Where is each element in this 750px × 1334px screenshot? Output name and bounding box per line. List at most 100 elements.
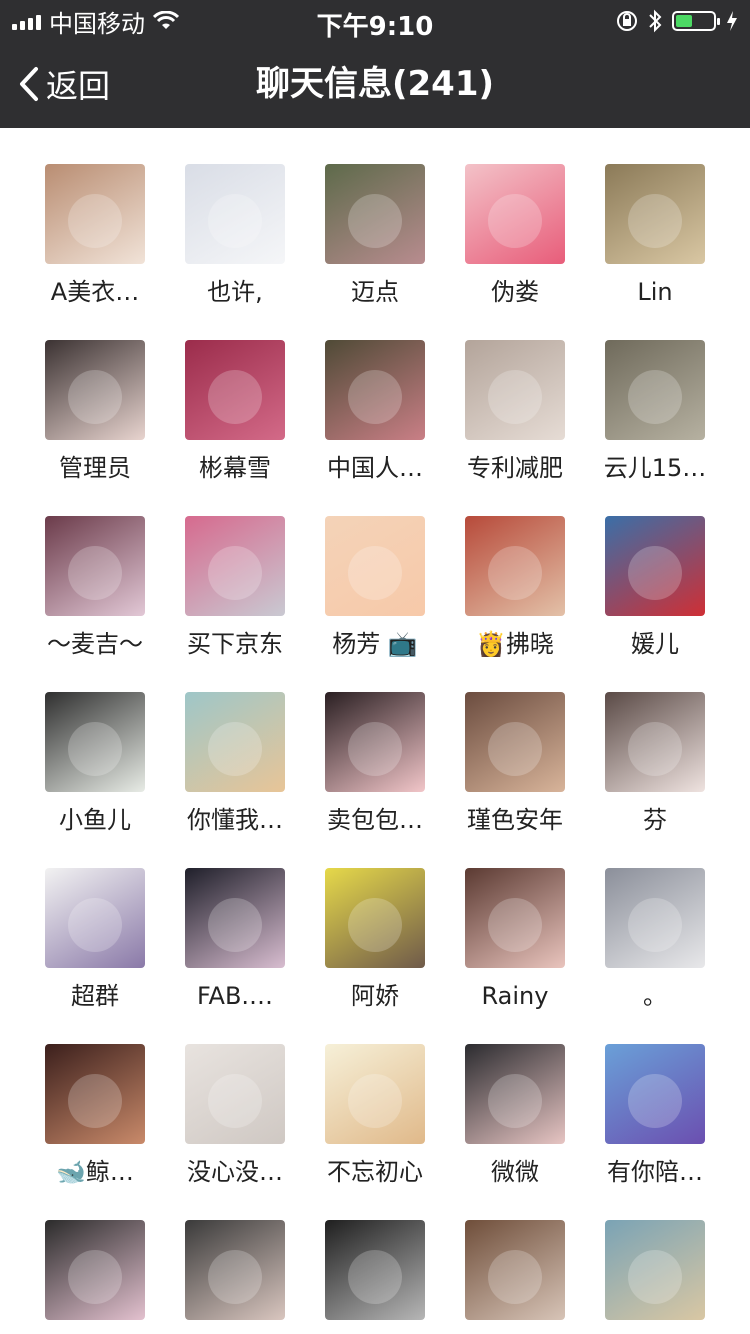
member-name: 彬幕雪 xyxy=(199,454,271,482)
member-name: 🐋鲸… xyxy=(56,1158,134,1186)
avatar xyxy=(325,340,425,440)
avatar xyxy=(605,1220,705,1320)
member-name: 小鱼儿 xyxy=(59,806,131,834)
member-name: 买下京东 xyxy=(187,630,283,658)
member-item[interactable]: 卖包包… xyxy=(305,692,445,836)
member-item[interactable]: 专利减肥 xyxy=(445,340,585,484)
orientation-lock-icon xyxy=(617,11,637,31)
avatar xyxy=(605,516,705,616)
avatar xyxy=(465,164,565,264)
member-name: 。 xyxy=(643,982,667,1010)
member-name: 杨芳 📺 xyxy=(332,630,418,658)
avatar xyxy=(325,516,425,616)
avatar xyxy=(325,1044,425,1144)
member-item[interactable] xyxy=(165,1220,305,1334)
avatar xyxy=(605,692,705,792)
member-item[interactable]: 买下京东 xyxy=(165,516,305,660)
member-name: 迈点 xyxy=(351,278,399,306)
member-item[interactable]: 媛儿 xyxy=(585,516,725,660)
member-item[interactable]: Lin xyxy=(585,164,725,308)
avatar xyxy=(605,1044,705,1144)
charging-icon xyxy=(727,11,737,31)
status-bar: 中国移动 下午9:10 xyxy=(0,0,750,42)
avatar xyxy=(185,692,285,792)
member-name: Rainy xyxy=(481,982,549,1010)
member-item[interactable]: 芬 xyxy=(585,692,725,836)
member-item[interactable]: ～麦吉～ xyxy=(25,516,165,660)
avatar xyxy=(45,516,145,616)
member-item[interactable]: 伪娄 xyxy=(445,164,585,308)
avatar xyxy=(45,1220,145,1320)
member-item[interactable]: 微微 xyxy=(445,1044,585,1188)
member-name: 微微 xyxy=(491,1158,539,1186)
member-name: 有你陪… xyxy=(607,1158,703,1186)
avatar xyxy=(465,516,565,616)
avatar xyxy=(325,692,425,792)
avatar xyxy=(45,1044,145,1144)
member-name: 中国人… xyxy=(327,454,423,482)
avatar xyxy=(465,692,565,792)
member-item[interactable] xyxy=(25,1220,165,1334)
member-item[interactable]: 你懂我… xyxy=(165,692,305,836)
member-name: 也许, xyxy=(207,278,263,306)
member-item[interactable]: A美衣… xyxy=(25,164,165,308)
avatar xyxy=(185,164,285,264)
member-item[interactable]: 有你陪… xyxy=(585,1044,725,1188)
member-name: 管理员 xyxy=(59,454,131,482)
avatar xyxy=(45,340,145,440)
member-name: 没心没… xyxy=(187,1158,283,1186)
member-name: 芬 xyxy=(643,806,667,834)
member-name: 👸拂晓 xyxy=(476,630,554,658)
page-title: 聊天信息(241) xyxy=(255,64,495,104)
member-item[interactable]: 超群 xyxy=(25,868,165,1012)
avatar xyxy=(185,868,285,968)
member-item[interactable]: 阿娇 xyxy=(305,868,445,1012)
member-item[interactable] xyxy=(305,1220,445,1334)
member-item[interactable]: 管理员 xyxy=(25,340,165,484)
member-name: 媛儿 xyxy=(631,630,679,658)
member-item[interactable]: 迈点 xyxy=(305,164,445,308)
member-name: 你懂我… xyxy=(187,806,283,834)
member-name: 超群 xyxy=(71,982,119,1010)
member-item[interactable]: 彬幕雪 xyxy=(165,340,305,484)
member-item[interactable]: 。 xyxy=(585,868,725,1012)
member-item[interactable]: 瑾色安年 xyxy=(445,692,585,836)
bluetooth-icon xyxy=(649,9,662,33)
member-item[interactable]: 云儿15… xyxy=(585,340,725,484)
member-item[interactable]: 也许, xyxy=(165,164,305,308)
avatar xyxy=(465,868,565,968)
avatar xyxy=(185,1220,285,1320)
member-name: 伪娄 xyxy=(491,278,539,306)
avatar xyxy=(45,692,145,792)
member-item[interactable]: 🐋鲸… xyxy=(25,1044,165,1188)
member-item[interactable]: 中国人… xyxy=(305,340,445,484)
avatar xyxy=(45,868,145,968)
avatar xyxy=(465,340,565,440)
member-item[interactable]: 不忘初心 xyxy=(305,1044,445,1188)
member-item[interactable]: Rainy xyxy=(445,868,585,1012)
member-name: 阿娇 xyxy=(351,982,399,1010)
member-item[interactable]: 小鱼儿 xyxy=(25,692,165,836)
avatar xyxy=(325,868,425,968)
avatar xyxy=(325,164,425,264)
member-name: 卖包包… xyxy=(327,806,423,834)
member-item[interactable]: 没心没… xyxy=(165,1044,305,1188)
member-name: 瑾色安年 xyxy=(467,806,563,834)
avatar xyxy=(605,340,705,440)
avatar xyxy=(605,164,705,264)
battery-level xyxy=(676,15,693,27)
nav-bar: 返回 聊天信息(241) xyxy=(0,40,750,128)
avatar xyxy=(45,164,145,264)
member-name: 不忘初心 xyxy=(327,1158,423,1186)
avatar xyxy=(465,1044,565,1144)
avatar xyxy=(325,1220,425,1320)
member-grid: A美衣… 也许, 迈点 伪娄 Lin 管理员 彬幕雪 中国人… 专利减肥 云儿15… ～麦吉～ 买下京… xyxy=(0,128,750,1334)
member-item[interactable] xyxy=(585,1220,725,1334)
member-item[interactable]: 杨芳 📺 xyxy=(305,516,445,660)
member-item[interactable] xyxy=(445,1220,585,1334)
avatar xyxy=(605,868,705,968)
member-item[interactable]: FAB.… xyxy=(165,868,305,1012)
avatar xyxy=(185,340,285,440)
member-name: Lin xyxy=(637,278,673,306)
member-item[interactable]: 👸拂晓 xyxy=(445,516,585,660)
